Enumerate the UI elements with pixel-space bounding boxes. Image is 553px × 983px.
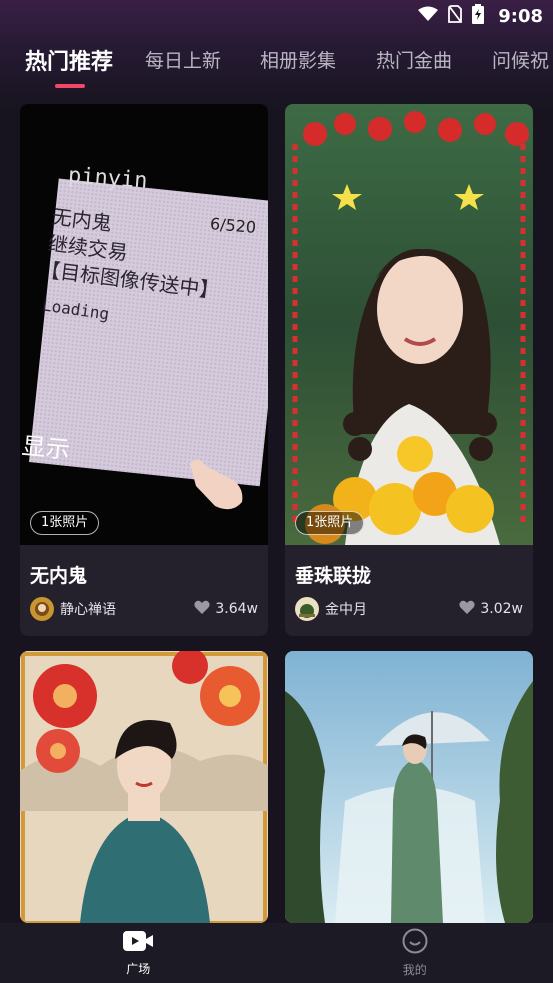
post-image[interactable]: [285, 104, 533, 545]
heart-icon: [459, 600, 476, 618]
like-count[interactable]: 3.64w: [194, 600, 258, 618]
post-image[interactable]: [285, 651, 533, 923]
post-card[interactable]: pinyin 6/520 无内鬼 继续交易 【目标图像传送中】 Loading …: [20, 104, 268, 636]
author-name[interactable]: 静心禅语: [60, 599, 116, 619]
screen-text-counter: 6/520: [209, 214, 257, 237]
tab-albums[interactable]: 相册影集: [260, 46, 336, 73]
post-image[interactable]: [20, 651, 268, 923]
post-card[interactable]: [20, 651, 268, 923]
author-row: 金中月 3.02w: [295, 596, 523, 622]
screen-text-display: 显示: [20, 431, 71, 465]
category-tabs: 热门推荐 每日上新 相册影集 热门金曲 问候祝: [0, 40, 553, 90]
like-count[interactable]: 3.02w: [459, 600, 523, 618]
video-icon: [122, 929, 154, 957]
battery-charging-icon: [472, 4, 485, 28]
nav-item-plaza[interactable]: 广场: [0, 923, 277, 983]
status-bar: 9:08: [0, 0, 553, 32]
tab-hot-recommend[interactable]: 热门推荐: [25, 44, 113, 76]
nav-label-mine: 我的: [402, 963, 427, 977]
heart-icon: [194, 600, 211, 618]
like-count-value: 3.64w: [215, 601, 258, 617]
bottom-navigation: 广场 我的: [0, 923, 553, 983]
photo-count-badge: 1张照片: [30, 511, 100, 535]
no-sim-icon: [448, 5, 463, 27]
like-count-value: 3.02w: [480, 601, 523, 617]
photo-count-badge: 1张照片: [295, 511, 365, 535]
wifi-icon: [418, 6, 439, 26]
smile-icon: [402, 928, 428, 958]
avatar[interactable]: [295, 597, 319, 621]
avatar[interactable]: [30, 597, 54, 621]
post-title[interactable]: 垂珠联拢: [295, 561, 371, 588]
tab-greetings[interactable]: 问候祝: [492, 46, 549, 73]
author-name[interactable]: 金中月: [325, 599, 367, 619]
tab-indicator: [55, 84, 85, 88]
post-card[interactable]: [285, 651, 533, 923]
post-title[interactable]: 无内鬼: [30, 561, 87, 588]
author-row: 静心禅语 3.64w: [30, 596, 258, 622]
nav-label-plaza: 广场: [126, 962, 151, 976]
status-time: 9:08: [498, 5, 543, 27]
post-card[interactable]: 1张照片 垂珠联拢 金中月 3.02w: [285, 104, 533, 636]
tab-daily-new[interactable]: 每日上新: [145, 46, 221, 73]
tab-hot-songs[interactable]: 热门金曲: [376, 46, 452, 73]
nav-item-mine[interactable]: 我的: [277, 923, 553, 983]
